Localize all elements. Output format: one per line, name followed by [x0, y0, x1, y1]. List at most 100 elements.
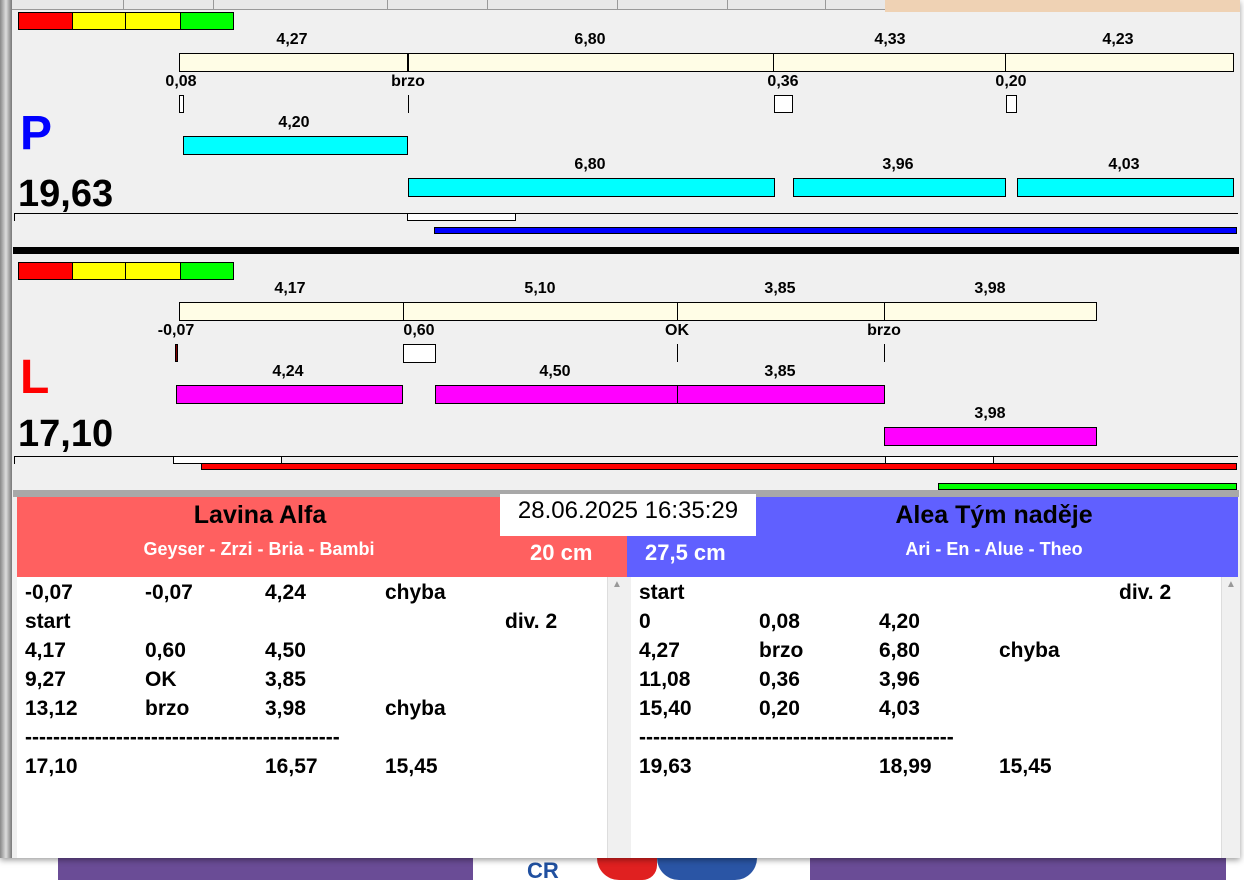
split-bar — [179, 53, 1234, 72]
split-label: 6,80 — [574, 31, 606, 48]
progress-bar-l — [201, 463, 1237, 470]
split-label: 4,33 — [874, 31, 906, 48]
result-cell: 19,63 — [639, 755, 692, 778]
run-bar — [793, 178, 1006, 197]
left-team-height: 20 cm — [530, 540, 593, 565]
result-cell: -0,07 — [145, 581, 193, 604]
left-team-members: Geyser - Zrzi - Bria - Bambi — [143, 539, 375, 559]
result-cell: ----------------------------------------… — [639, 726, 954, 749]
track-panel-p — [13, 12, 1239, 247]
result-cell: -0,07 — [25, 581, 73, 604]
split-label: 4,27 — [276, 31, 308, 48]
result-row: 4,17 0,60 4,50 — [17, 639, 607, 668]
split-label: 4,23 — [1102, 31, 1134, 48]
result-cell: 16,57 — [265, 755, 318, 778]
scroll-up-icon[interactable]: ▲ — [612, 579, 622, 590]
exchange-label: brzo — [391, 73, 425, 90]
tab-strip[interactable] — [12, 0, 885, 10]
right-team-name: Alea Tým naděje — [895, 501, 1093, 529]
run-bar — [408, 178, 775, 197]
run-label: 3,96 — [882, 156, 914, 173]
exchange-label: 0,08 — [165, 73, 197, 90]
result-cell: 0,08 — [759, 610, 800, 633]
result-row: 17,10 16,57 15,45 — [17, 755, 607, 784]
result-cell: 4,24 — [265, 581, 306, 604]
result-cell: chyba — [385, 581, 446, 604]
split-label: 4,17 — [274, 280, 306, 297]
exchange-label: brzo — [867, 322, 901, 339]
right-team-height: 27,5 cm — [645, 540, 726, 565]
progress-bar-p — [434, 227, 1237, 234]
result-cell: ----------------------------------------… — [25, 726, 340, 749]
signal-green — [180, 262, 234, 280]
result-cell: brzo — [145, 697, 190, 720]
exchange-marker — [408, 95, 409, 113]
signal-yellow — [72, 12, 126, 30]
run-label: 3,85 — [764, 363, 796, 380]
background-banner-right — [810, 858, 1226, 880]
total-time-p: 19,63 — [18, 173, 114, 215]
result-cell: 15,45 — [999, 755, 1052, 778]
result-cell: 15,45 — [385, 755, 438, 778]
result-cell: 9,27 — [25, 668, 66, 691]
logo-text: CR — [527, 858, 559, 883]
run-bar — [435, 385, 678, 404]
right-team-results-list[interactable]: start div. 2 0 0,08 4,20 4,27 brzo 6,80 chyba 11,… — [631, 577, 1221, 858]
split-label: 3,85 — [764, 280, 796, 297]
run-label: 4,20 — [278, 114, 310, 131]
result-cell: 4,17 — [25, 639, 66, 662]
left-scrollbar[interactable]: ▲ — [607, 577, 624, 858]
result-cell: 0,20 — [759, 697, 800, 720]
left-team-name: Lavina Alfa — [193, 501, 327, 529]
signal-green — [180, 12, 234, 30]
exchange-label: 0,20 — [995, 73, 1027, 90]
signal-yellow — [72, 262, 126, 280]
split-bar — [179, 302, 1097, 321]
result-cell: 0,60 — [145, 639, 186, 662]
scroll-up-icon[interactable]: ▲ — [1226, 579, 1236, 590]
result-cell: 15,40 — [639, 697, 692, 720]
result-cell: 6,80 — [879, 639, 920, 662]
right-team-members: Ari - En - Alue - Theo — [905, 539, 1083, 559]
result-cell: div. 2 — [505, 610, 558, 633]
result-row: 11,08 0,36 3,96 — [631, 668, 1221, 697]
exchange-marker — [179, 95, 184, 113]
window-border — [0, 0, 12, 858]
result-row: 19,63 18,99 15,45 — [631, 755, 1221, 784]
track-letter-l: L — [20, 351, 50, 404]
run-bar — [677, 385, 885, 404]
result-cell: 4,27 — [639, 639, 680, 662]
signal-red — [18, 12, 73, 30]
result-cell: 0,36 — [759, 668, 800, 691]
result-cell: OK — [145, 668, 177, 691]
title-area — [885, 0, 1240, 12]
result-row: ----------------------------------------… — [17, 726, 607, 755]
right-scrollbar[interactable]: ▲ — [1221, 577, 1238, 858]
track-separator — [13, 247, 1239, 254]
background-banner-left — [58, 858, 473, 880]
exchange-label: 0,60 — [403, 322, 435, 339]
timeline-axis — [14, 213, 1238, 214]
run-label: 3,98 — [974, 405, 1006, 422]
result-row: 15,40 0,20 4,03 — [631, 697, 1221, 726]
exchange-label: OK — [665, 322, 689, 339]
exchange-marker — [1006, 95, 1017, 113]
result-cell: start — [639, 581, 685, 604]
exchange-marker — [884, 344, 885, 362]
track-letter-p: P — [20, 107, 53, 160]
exchange-marker — [677, 344, 678, 362]
run-label: 4,24 — [272, 363, 304, 380]
result-cell: 13,12 — [25, 697, 78, 720]
result-cell: start — [25, 610, 71, 633]
result-cell: 4,20 — [879, 610, 920, 633]
result-cell: 17,10 — [25, 755, 78, 778]
result-cell: 18,99 — [879, 755, 932, 778]
result-cell: 11,08 — [639, 668, 691, 691]
result-row: 13,12 brzo 3,98 chyba — [17, 697, 607, 726]
exchange-marker — [403, 344, 436, 363]
split-label: 5,10 — [524, 280, 556, 297]
result-cell: 4,50 — [265, 639, 306, 662]
split-label: 3,98 — [974, 280, 1006, 297]
result-row: -0,07 -0,07 4,24 chyba — [17, 581, 607, 610]
left-team-results-list[interactable]: -0,07 -0,07 4,24 chyba start div. 2 4,17 0,60 4,… — [17, 577, 607, 858]
